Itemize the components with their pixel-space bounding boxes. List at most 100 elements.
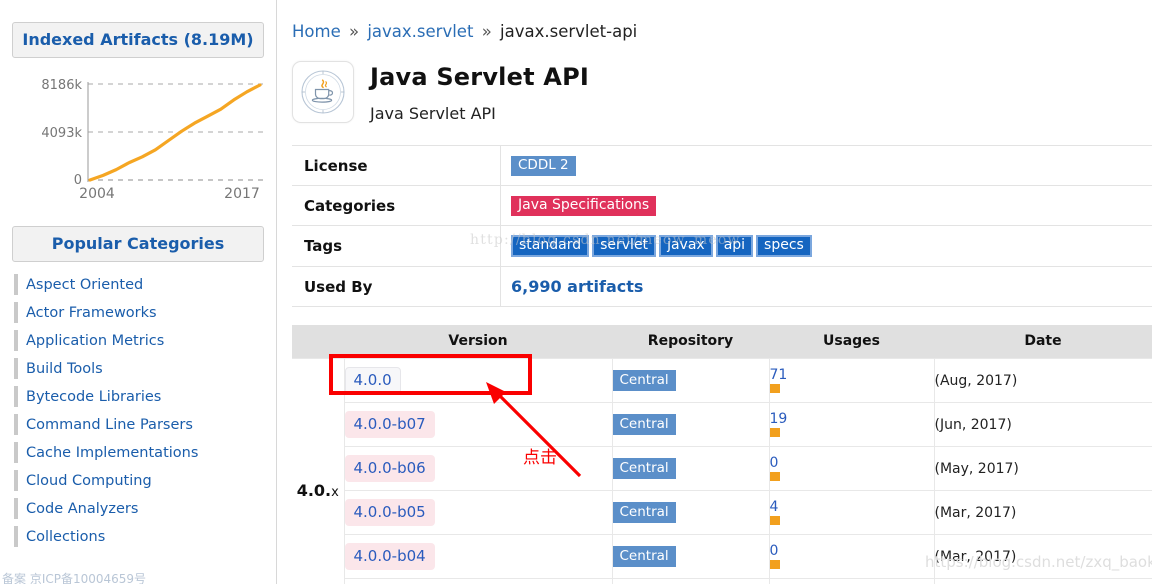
x-tick-start: 2004 (79, 186, 115, 200)
breadcrumb: Home » javax.servlet » javax.servlet-api (292, 22, 1152, 41)
version-group-main: 4.0. (296, 481, 332, 500)
sidebar-category-item[interactable]: Collections (0, 523, 276, 551)
col-header-version[interactable]: Version (344, 325, 612, 359)
usages-cell: 71 (768, 358, 934, 403)
x-tick-end: 2017 (224, 186, 260, 200)
sidebar-category-item[interactable]: Command Line Parsers (0, 411, 276, 439)
breadcrumb-separator-1: » (348, 22, 360, 41)
usages-bar-indicator (769, 560, 780, 569)
tag-badge[interactable]: api (715, 235, 754, 257)
tag-badge[interactable]: specs (756, 235, 812, 257)
info-row: License CDDL 2 (292, 145, 1152, 186)
popular-categories-title: Popular Categories (51, 234, 225, 253)
sidebar-category-item[interactable]: Build Tools (0, 355, 276, 383)
version-cell: 4.0.0-b03 (344, 578, 612, 584)
usages-count-link[interactable]: 0 (770, 544, 934, 558)
repository-badge[interactable]: Central (612, 546, 676, 567)
col-header-usages[interactable]: Usages (769, 325, 934, 359)
date-cell: (Mar, 2017) (933, 534, 1152, 579)
version-cell: 4.0.0-b04 (344, 534, 612, 579)
sidebar-category-label: Collections (26, 529, 106, 545)
artifact-title-block: Java Servlet API Java Servlet API (370, 61, 589, 123)
usages-cell: 4 (768, 490, 934, 535)
breadcrumb-home-link[interactable]: Home (292, 22, 341, 41)
sidebar-category-label: Code Analyzers (26, 501, 139, 517)
artifact-logo (292, 61, 354, 123)
table-row: 4.0.0-b03Central1(Mar, 2017) (292, 578, 1152, 584)
popular-categories-header: Popular Categories (12, 226, 264, 262)
sidebar-category-label: Aspect Oriented (26, 277, 144, 293)
version-link[interactable]: 4.0.0-b04 (344, 543, 435, 570)
sidebar-category-item[interactable]: Actor Frameworks (0, 299, 276, 327)
date-cell: (Mar, 2017) (933, 490, 1152, 535)
sidebar-footer: 备案 京ICP备10004659号 (0, 570, 277, 584)
breadcrumb-separator-2: » (481, 22, 492, 41)
version-link[interactable]: 4.0.0-b06 (344, 455, 435, 482)
repository-cell: Central (611, 490, 769, 535)
sidebar-category-label: Application Metrics (26, 333, 165, 349)
sidebar-category-item[interactable]: Bytecode Libraries (0, 383, 276, 411)
usages-bar-indicator (769, 516, 780, 525)
repository-badge[interactable]: Central (612, 502, 676, 523)
category-badge[interactable]: Java Specifications (511, 195, 657, 216)
java-community-process-icon (301, 70, 345, 114)
table-row: 4.0.0-b06 Central 0 (May, 2017) (292, 446, 1152, 491)
repository-badge[interactable]: Central (612, 370, 676, 391)
info-row: Used By 6,990 artifacts (292, 266, 1152, 307)
usages-count-link[interactable]: 4 (770, 500, 934, 514)
usages-bar-indicator (769, 472, 780, 481)
artifact-description: Java Servlet API (370, 104, 496, 123)
repository-cell: Central (611, 402, 769, 447)
usages-bar-indicator (769, 428, 780, 437)
chart-series-line (88, 83, 262, 182)
version-link[interactable]: 4.0.0-b05 (344, 499, 435, 526)
date-cell: (May, 2017) (933, 446, 1152, 491)
tag-badge[interactable]: standard (511, 235, 590, 257)
repository-badge[interactable]: Central (612, 414, 676, 435)
usages-cell: 0 (768, 446, 934, 491)
breadcrumb-group-link[interactable]: javax.servlet (367, 22, 473, 41)
version-link[interactable]: 4.0.0 (344, 367, 401, 394)
usages-count-link[interactable]: 71 (770, 368, 934, 382)
usages-count-link[interactable]: 0 (770, 456, 934, 470)
version-link[interactable]: 4.0.0-b07 (344, 411, 435, 438)
sidebar: Indexed Artifacts (8.19M) 8186k 4093k 0 … (0, 0, 277, 584)
sidebar-category-item[interactable]: Cache Implementations (0, 439, 276, 467)
artifact-info-table: License CDDL 2 Categories Java Specificatio… (292, 145, 1152, 307)
sidebar-category-label: Cache Implementations (26, 445, 199, 461)
usages-cell: 19 (768, 402, 934, 447)
repository-cell: Central (611, 358, 769, 403)
date-cell: (Aug, 2017) (933, 358, 1152, 403)
sidebar-category-item[interactable]: Application Metrics (0, 327, 276, 355)
col-header-repository[interactable]: Repository (612, 325, 769, 359)
artifacts-line-chart: 8186k 4093k 0 2004 2017 (41, 78, 263, 200)
table-row: 4.0.0-b04 Central 0 (Mar, 2017) (292, 534, 1152, 579)
date-cell: (Mar, 2017) (933, 578, 1152, 584)
version-cell: 4.0.0-b06 (344, 446, 612, 491)
y-tick-top: 8186k (41, 78, 82, 93)
sidebar-category-item[interactable]: Aspect Oriented (0, 271, 276, 299)
usages-count-link[interactable]: 19 (770, 412, 934, 426)
usages-cell: 0 (768, 534, 934, 579)
sidebar-footer-text: 备案 京ICP备10004659号 (2, 572, 147, 584)
sidebar-category-item[interactable]: Cloud Computing (0, 467, 276, 495)
main-content: Home » javax.servlet » javax.servlet-api (278, 0, 1152, 584)
info-row: Categories Java Specifications (292, 185, 1152, 226)
usages-bar-indicator (769, 384, 780, 393)
table-row: 4.0.x 4.0.0 Central 71 (Aug, 2017) (292, 358, 1152, 584)
usages-cell: 1 (768, 578, 934, 584)
sidebar-category-label: Bytecode Libraries (26, 389, 162, 405)
y-tick-mid: 4093k (41, 126, 82, 141)
indexed-artifacts-chart: 8186k 4093k 0 2004 2017 (10, 72, 266, 202)
used-by-link[interactable]: 6,990 artifacts (511, 277, 643, 296)
info-row-value: standard servlet javax api specs (500, 225, 1152, 267)
license-badge[interactable]: CDDL 2 (511, 155, 576, 176)
repository-cell: Central (611, 534, 769, 579)
info-row-label: License (292, 145, 501, 186)
info-row-label: Tags (292, 225, 501, 267)
col-header-date[interactable]: Date (934, 325, 1152, 359)
sidebar-category-item[interactable]: Code Analyzers (0, 495, 276, 523)
tag-badge[interactable]: servlet (592, 235, 657, 257)
tag-badge[interactable]: javax (659, 235, 713, 257)
repository-badge[interactable]: Central (612, 458, 676, 479)
